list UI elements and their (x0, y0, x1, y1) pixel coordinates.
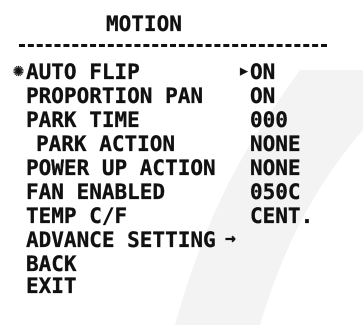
menu-item-label: POWER UP ACTION (26, 156, 216, 180)
menu-item-label: PARK TIME (26, 108, 140, 132)
menu-item-value: NONE (250, 132, 301, 156)
menu-item-park-action[interactable]: PARK ACTION NONE (0, 132, 363, 156)
arrow-right-icon: → (225, 228, 236, 249)
menu-item-auto-flip[interactable]: ✺ AUTO FLIP ▶ ON (0, 60, 363, 84)
menu-item-label: FAN ENABLED (26, 180, 166, 204)
menu-divider (19, 44, 327, 47)
menu-item-value: 050C (250, 180, 301, 204)
menu-item-temp-cf[interactable]: TEMP C/F CENT. (0, 204, 363, 228)
menu-item-exit[interactable]: EXIT (0, 274, 363, 298)
menu-item-back[interactable]: BACK (0, 252, 363, 276)
triangle-right-icon: ▶ (240, 64, 248, 79)
menu-item-label: BACK (26, 252, 77, 276)
menu-title: MOTION (106, 12, 182, 36)
menu-item-value: ON (250, 84, 276, 108)
menu-item-label: AUTO FLIP (26, 60, 140, 84)
menu-item-label: EXIT (26, 274, 77, 298)
menu-item-advance-setting[interactable]: ADVANCE SETTING → (0, 228, 363, 252)
menu-item-value: ON (250, 60, 276, 84)
menu-item-value: CENT. (250, 204, 314, 228)
osd-screen: MOTION ✺ AUTO FLIP ▶ ON PROPORTION PAN O… (0, 0, 363, 325)
menu-item-label: PROPORTION PAN (26, 84, 204, 108)
menu-item-label: PARK ACTION (36, 132, 176, 156)
menu-item-value: 000 (250, 108, 288, 132)
menu-item-power-up-action[interactable]: POWER UP ACTION NONE (0, 156, 363, 180)
menu-item-label: ADVANCE SETTING (26, 228, 216, 252)
menu-item-label: TEMP C/F (26, 204, 128, 228)
menu-item-value: NONE (250, 156, 301, 180)
osd-menu: MOTION ✺ AUTO FLIP ▶ ON PROPORTION PAN O… (0, 0, 363, 325)
sun-cursor-icon: ✺ (13, 60, 24, 81)
menu-item-proportion-pan[interactable]: PROPORTION PAN ON (0, 84, 363, 108)
menu-item-fan-enabled[interactable]: FAN ENABLED 050C (0, 180, 363, 204)
menu-item-park-time[interactable]: PARK TIME 000 (0, 108, 363, 132)
